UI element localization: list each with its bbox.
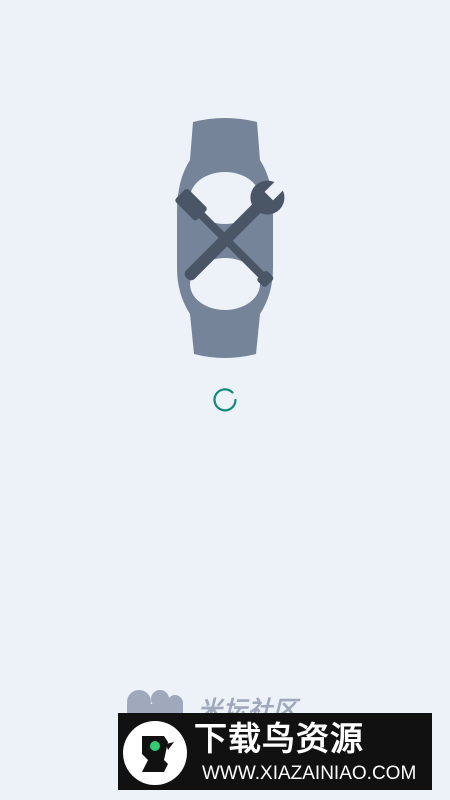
loading-spinner-icon [213, 388, 237, 412]
splash-screen: 米坛社区 下载鸟资源 WWW.XIAZAINIAO.COM [0, 0, 450, 800]
watermark-title: 下载鸟资源 [194, 719, 364, 758]
watermark-url: WWW.XIAZAINIAO.COM [202, 763, 417, 784]
watermark-banner: 下载鸟资源 WWW.XIAZAINIAO.COM [118, 713, 432, 790]
watch-band-repair-icon [175, 118, 288, 358]
bird-logo-icon [123, 721, 187, 785]
